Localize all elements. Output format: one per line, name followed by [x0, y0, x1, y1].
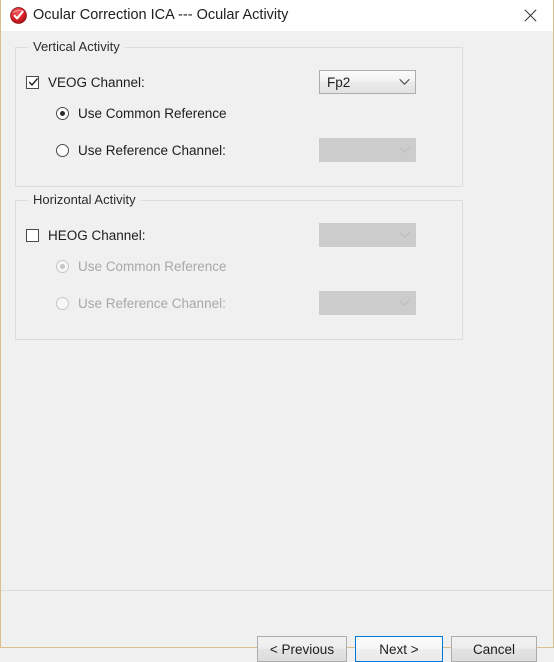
veog-use-reference-channel-label: Use Reference Channel:	[78, 142, 226, 158]
horizontal-activity-group-label: Horizontal Activity	[28, 192, 141, 207]
button-bar: < Previous Next > Cancel	[1, 591, 553, 662]
heog-use-common-reference-label: Use Common Reference	[78, 258, 227, 274]
chevron-down-icon	[393, 231, 415, 239]
heog-reference-channel-combobox	[319, 291, 416, 315]
heog-common-reference-row: Use Common Reference	[56, 256, 227, 276]
veog-use-common-reference-radio[interactable]: Use Common Reference	[56, 106, 227, 121]
next-button[interactable]: Next >	[355, 636, 443, 662]
veog-use-common-reference-label: Use Common Reference	[78, 105, 227, 121]
heog-use-reference-channel-radio: Use Reference Channel:	[56, 296, 226, 311]
heog-use-common-reference-radio: Use Common Reference	[56, 259, 227, 274]
veog-channel-combobox-value: Fp2	[327, 74, 351, 90]
ocular-ica-icon	[10, 7, 27, 24]
heog-use-reference-channel-label: Use Reference Channel:	[78, 295, 226, 311]
horizontal-activity-group: Horizontal Activity HEOG Channel: Use Co…	[15, 192, 463, 340]
heog-channel-checkbox[interactable]: HEOG Channel:	[26, 228, 146, 243]
radio-dot	[56, 259, 69, 273]
checkbox-box	[26, 228, 39, 242]
heog-channel-label: HEOG Channel:	[48, 227, 146, 243]
chevron-down-icon	[393, 146, 415, 154]
veog-reference-channel-row: Use Reference Channel:	[56, 140, 226, 160]
radio-dot	[56, 106, 69, 120]
window-title: Ocular Correction ICA --- Ocular Activit…	[33, 7, 289, 23]
dialog-window: Ocular Correction ICA --- Ocular Activit…	[0, 0, 554, 662]
dialog-client-area: Vertical Activity VEOG Channel: Fp2 Use …	[1, 31, 553, 662]
radio-dot	[56, 143, 69, 157]
vertical-activity-group: Vertical Activity VEOG Channel: Fp2 Use …	[15, 39, 463, 187]
veog-use-reference-channel-radio[interactable]: Use Reference Channel:	[56, 143, 226, 158]
close-icon[interactable]	[507, 0, 553, 30]
veog-channel-checkbox[interactable]: VEOG Channel:	[26, 75, 145, 90]
heog-channel-row: HEOG Channel:	[26, 225, 146, 245]
title-bar: Ocular Correction ICA --- Ocular Activit…	[1, 0, 553, 32]
heog-reference-channel-row: Use Reference Channel:	[56, 293, 226, 313]
veog-channel-label: VEOG Channel:	[48, 74, 145, 90]
heog-channel-combobox	[319, 223, 416, 247]
veog-channel-combobox[interactable]: Fp2	[319, 70, 416, 94]
veog-reference-channel-combobox	[319, 138, 416, 162]
checkbox-box	[26, 75, 39, 89]
chevron-down-icon	[393, 78, 415, 86]
vertical-activity-group-label: Vertical Activity	[28, 39, 125, 54]
checkmark-icon	[28, 77, 38, 86]
veog-common-reference-row: Use Common Reference	[56, 103, 227, 123]
veog-channel-row: VEOG Channel:	[26, 72, 145, 92]
radio-dot	[56, 296, 69, 310]
cancel-button[interactable]: Cancel	[451, 636, 537, 662]
previous-button[interactable]: < Previous	[257, 636, 347, 662]
chevron-down-icon	[393, 299, 415, 307]
